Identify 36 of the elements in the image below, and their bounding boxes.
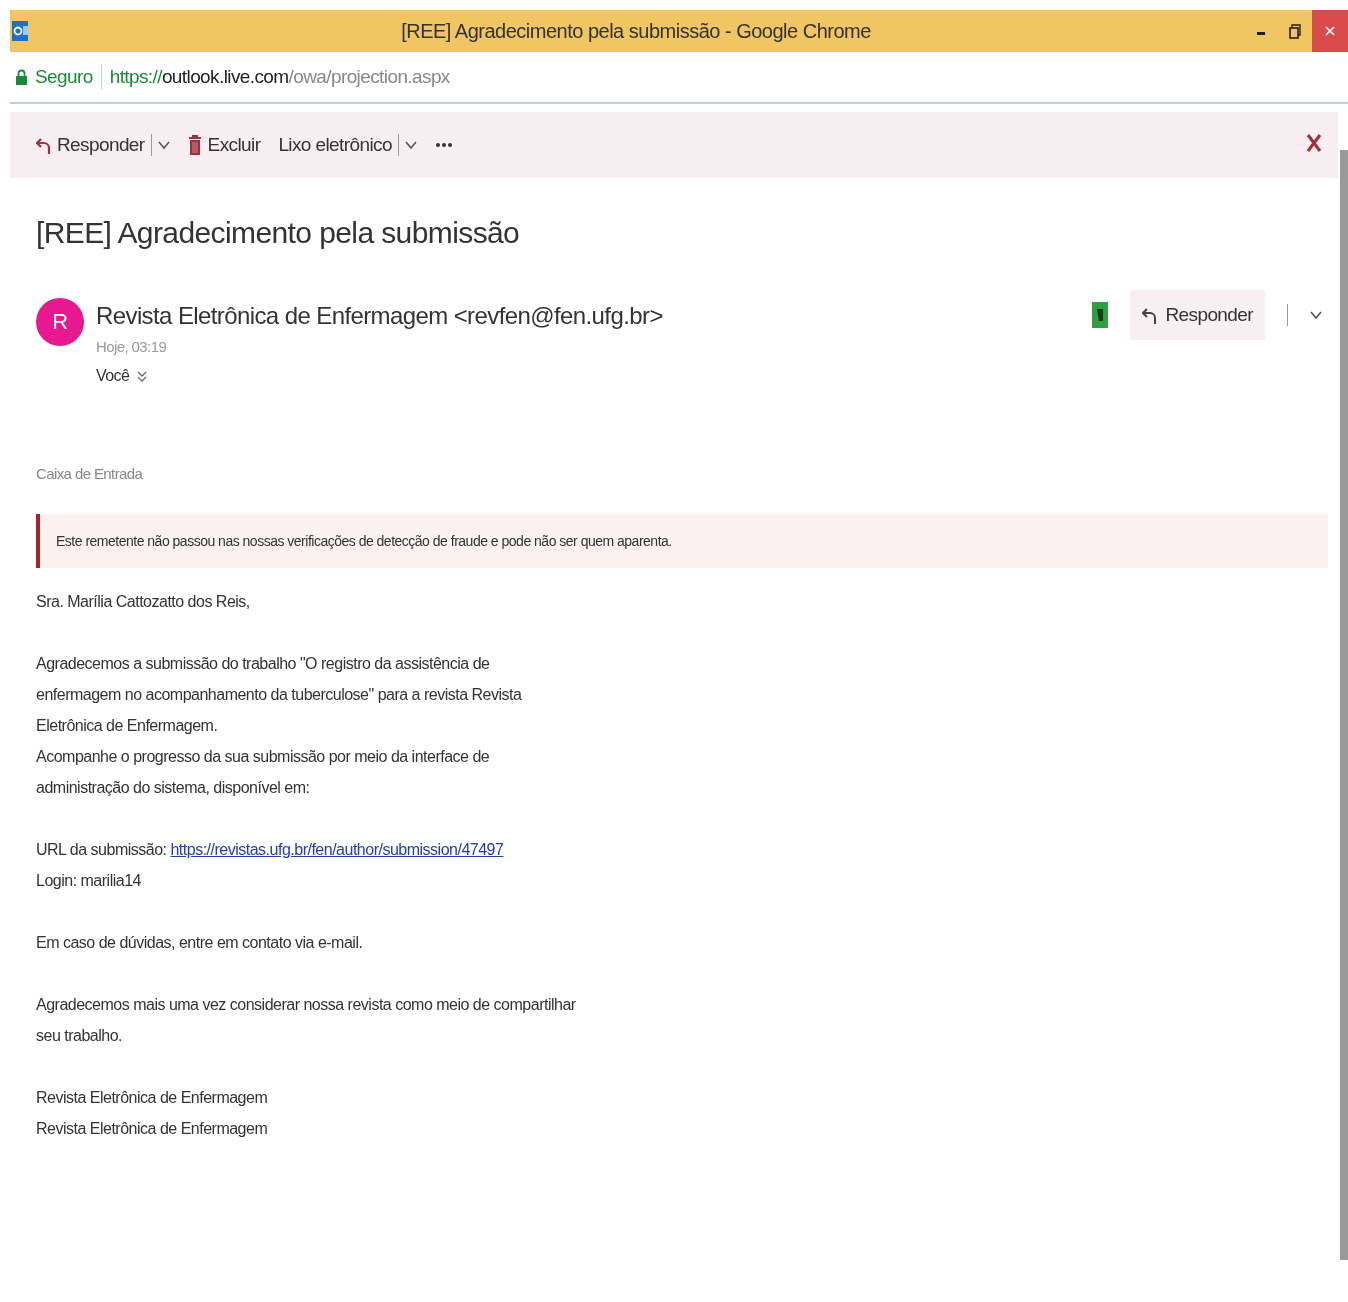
message-paragraph: Revista Eletrônica de Enfermagem Revista Eletrônica de Enfermagem — [36, 1088, 269, 1139]
sender-avatar: R — [36, 298, 84, 346]
message-subject: [REE] Agradecimento pela submissão — [36, 216, 521, 250]
folder-label: Caixa de Entrada — [36, 465, 144, 482]
login-text: Login: marilia14 — [36, 872, 141, 889]
restore-icon[interactable] — [1289, 23, 1301, 39]
junk-button[interactable]: Lixo eletrônico — [278, 134, 392, 156]
lock-icon — [16, 69, 27, 85]
message-paragraph: Agradecemos a submissão do trabalho "O registro da assistência de enfermagem no acompanhamento da tuberculose" para a revista Revista Eletrônica de Enfermagem. Acompanhe o progresso da sua submissão por meio da interface de administração do sistema, disponível em: — [36, 654, 523, 798]
message-paragraph: URL da submissão: https://revistas.ufg.br/fen/author/submission/47497 — [36, 841, 504, 858]
reply-icon[interactable] — [36, 135, 51, 155]
outlook-logo-icon — [12, 19, 28, 43]
message-paragraph: Agradecemos mais uma vez considerar nossa revista como meio de compartilhar seu trabalho. — [36, 995, 577, 1046]
chevron-down-icon[interactable] — [404, 140, 417, 150]
url-field[interactable]: https://outlook.live.com/owa/projection.aspx — [109, 66, 450, 88]
window-title: [REE] Agradecimento pela submissão - Google Chrome — [400, 19, 872, 43]
trash-icon[interactable] — [187, 135, 202, 155]
recipient-label: Você — [96, 367, 130, 385]
sender-name: Revista Eletrônica de Enfermagem <revfen@fen.ufg.br> — [96, 301, 663, 331]
delete-button[interactable]: Excluir — [187, 134, 261, 156]
chevron-down-icon[interactable] — [157, 140, 170, 150]
chevron-down-icon[interactable] — [1310, 310, 1322, 320]
message-time: Hoje, 03:19 — [96, 338, 168, 355]
message-paragraph: Em caso de dúvidas, entre em contato via e-mail. — [36, 933, 364, 953]
security-label: Seguro — [35, 66, 93, 88]
more-button[interactable] — [434, 140, 453, 150]
reply-button[interactable]: Responder — [36, 134, 145, 156]
reply-button[interactable]: Responder — [1130, 290, 1265, 340]
scrollbar[interactable] — [1340, 150, 1348, 1260]
warning-banner: Este remetente não passou nas nossas verificações de detecção de fraude e pode não ser quem aparenta. — [36, 514, 1328, 568]
message-paragraph: Sra. Marília Cattozatto dos Reis, — [36, 592, 251, 612]
close-icon[interactable] — [1306, 133, 1322, 153]
reply-icon — [1142, 305, 1158, 325]
submission-link[interactable]: https://revistas.ufg.br/fen/author/submission/47497 — [170, 841, 504, 858]
close-icon[interactable] — [1323, 24, 1337, 38]
expand-icon[interactable] — [137, 370, 148, 382]
